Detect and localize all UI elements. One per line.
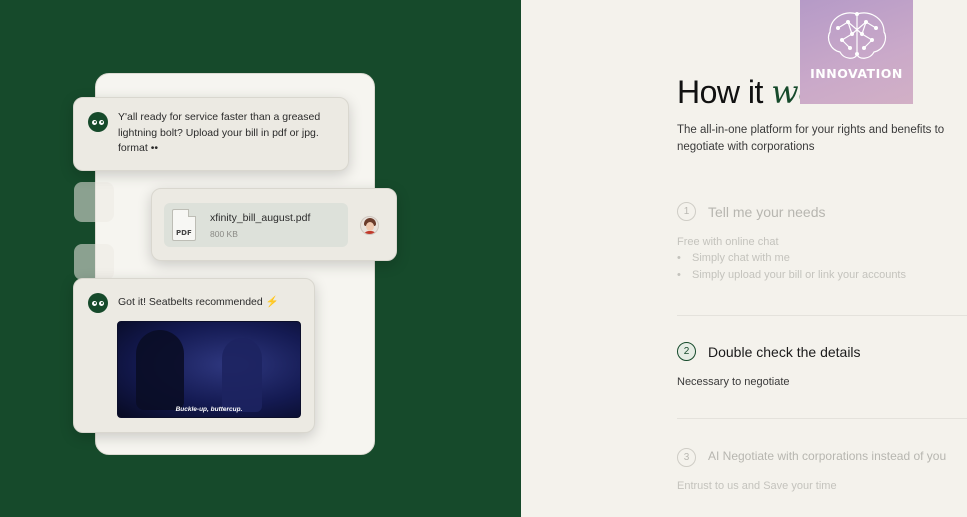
- lightning-emoji-icon: ⚡: [265, 296, 279, 308]
- step-number-2: 2: [677, 342, 696, 361]
- step-bullets-1: Simply chat with me Simply upload your b…: [677, 250, 906, 284]
- bot-message-text: Got it! Seatbelts recommended ⚡: [118, 296, 279, 308]
- pdf-file-icon: PDF: [172, 209, 196, 241]
- file-name: xfinity_bill_august.pdf: [210, 212, 311, 224]
- bot-message-bubble: Y'all ready for service faster than a gr…: [73, 97, 349, 171]
- list-item: Simply upload your bill or link your acc…: [677, 267, 906, 284]
- step-description-1: Free with online chat: [677, 236, 779, 248]
- divider: [677, 418, 967, 419]
- brain-network-icon: [827, 12, 887, 59]
- gif-video[interactable]: Buckle-up, buttercup.: [117, 321, 301, 418]
- page-subtitle: The all-in-one platform for your rights …: [677, 124, 945, 153]
- list-item: Simply chat with me: [677, 250, 906, 267]
- ghost-row: [74, 182, 114, 222]
- bot-avatar: [88, 112, 108, 132]
- divider: [677, 315, 967, 316]
- step-title-2[interactable]: Double check the details: [708, 344, 861, 360]
- file-attachment[interactable]: PDF xfinity_bill_august.pdf 800 KB: [164, 203, 348, 247]
- step-title-3[interactable]: AI Negotiate with corporations instead o…: [708, 449, 946, 463]
- video-figure: [136, 330, 184, 410]
- user-avatar: [360, 216, 379, 235]
- video-figure: [222, 338, 262, 412]
- step-title-1[interactable]: Tell me your needs: [708, 204, 826, 220]
- eyes-emoji-icon: ••: [150, 142, 159, 154]
- file-size: 800 KB: [210, 229, 238, 239]
- step-number-3: 3: [677, 448, 696, 467]
- step-number-1: 1: [677, 202, 696, 221]
- user-file-message: PDF xfinity_bill_august.pdf 800 KB: [151, 188, 397, 261]
- innovation-badge: INNOVATION: [800, 0, 913, 104]
- bot-avatar: [88, 293, 108, 313]
- badge-label: INNOVATION: [810, 66, 903, 81]
- bot-message-text: Y'all ready for service faster than a gr…: [118, 111, 321, 154]
- bot-message-bubble: Got it! Seatbelts recommended ⚡ Buckle-u…: [73, 278, 315, 433]
- video-caption: Buckle-up, buttercup.: [175, 406, 243, 413]
- step-description-2: Necessary to negotiate: [677, 376, 790, 388]
- ghost-row: [74, 244, 114, 280]
- step-description-3: Entrust to us and Save your time: [677, 480, 837, 492]
